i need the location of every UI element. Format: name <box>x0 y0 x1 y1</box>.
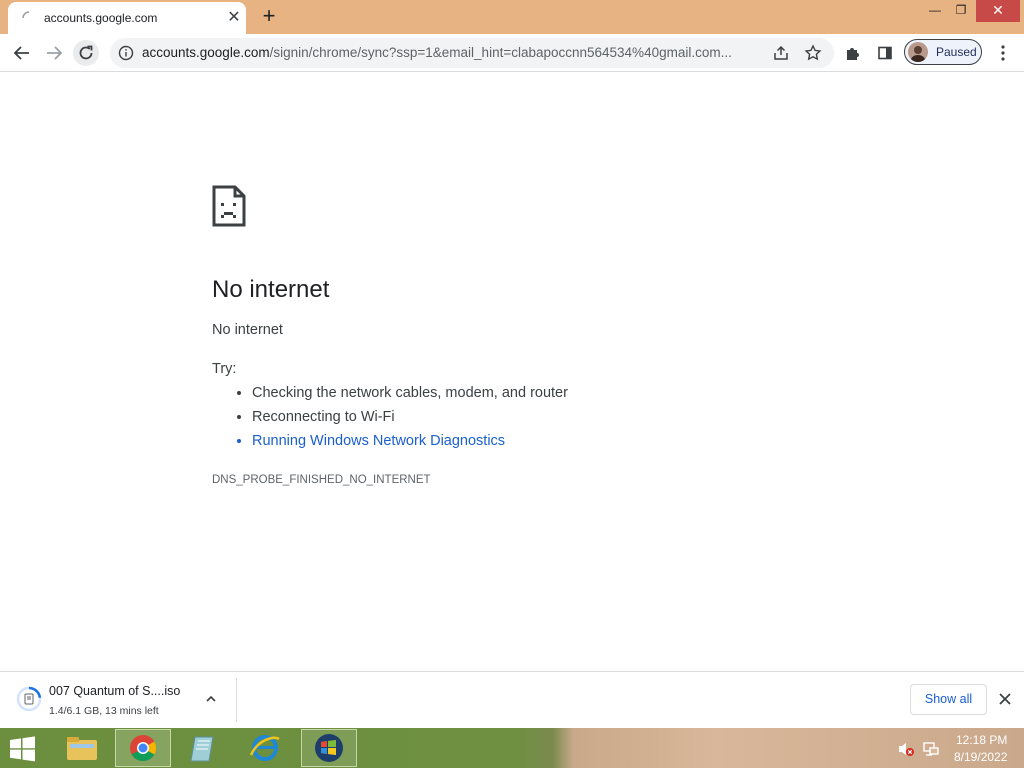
reload-button[interactable] <box>73 40 99 66</box>
plus-icon[interactable]: + <box>258 5 280 28</box>
tab-title: accounts.google.com <box>44 11 158 25</box>
close-icon[interactable]: ✕ <box>226 10 242 26</box>
profile-button[interactable]: Paused <box>904 39 982 65</box>
back-button[interactable] <box>9 40 35 66</box>
download-shelf: 007 Quantum of S....iso 1.4/6.1 GB, 13 m… <box>0 671 1024 729</box>
user-avatar-icon <box>910 46 926 62</box>
share-icon[interactable] <box>772 44 790 62</box>
window-close-button[interactable]: ✕ <box>976 0 1020 22</box>
info-icon[interactable] <box>118 45 134 61</box>
error-code: DNS_PROBE_FINISHED_NO_INTERNET <box>212 474 431 486</box>
url-text[interactable]: accounts.google.com/signin/chrome/sync?s… <box>142 45 762 60</box>
windows-start-icon[interactable] <box>4 734 40 764</box>
chevron-up-icon[interactable] <box>204 692 218 706</box>
error-title: No internet <box>212 276 330 303</box>
suggestion-list: Checking the network cables, modem, and … <box>212 385 568 457</box>
taskbar-internet-explorer[interactable] <box>237 729 293 767</box>
file-explorer-icon <box>67 737 97 760</box>
divider <box>236 678 237 722</box>
suggestion-item: Checking the network cables, modem, and … <box>252 385 568 409</box>
taskbar-windows7-app[interactable] <box>301 729 357 767</box>
sad-page-icon <box>212 185 246 227</box>
taskbar-file-explorer[interactable] <box>54 729 110 767</box>
tab-strip: accounts.google.com ✕ + — ❐ ✕ <box>0 0 1024 34</box>
taskbar-chrome[interactable] <box>115 729 171 767</box>
address-bar[interactable]: accounts.google.com/signin/chrome/sync?s… <box>110 38 834 68</box>
windows-taskbar: 12:18 PM 8/19/2022 <box>0 728 1024 768</box>
kebab-menu-icon <box>1001 45 1005 61</box>
browser-toolbar: accounts.google.com/signin/chrome/sync?s… <box>0 34 1024 72</box>
notepad-icon <box>190 736 214 762</box>
internet-explorer-icon <box>249 735 280 761</box>
side-panel-icon <box>878 46 892 60</box>
avatar <box>908 42 928 62</box>
windows7-icon <box>315 734 343 762</box>
clock-time[interactable]: 12:18 PM <box>956 733 1007 747</box>
clock-date[interactable]: 8/19/2022 <box>954 750 1007 764</box>
download-status: 1.4/6.1 GB, 13 mins left <box>49 705 159 717</box>
restore-button[interactable]: ❐ <box>946 0 976 22</box>
star-icon[interactable] <box>804 44 822 62</box>
loading-favicon-icon <box>22 11 30 19</box>
download-file-name[interactable]: 007 Quantum of S....iso <box>49 684 180 698</box>
taskbar-notepad[interactable] <box>176 729 232 767</box>
url-path: /signin/chrome/sync?ssp=1&email_hint=cla… <box>269 45 732 60</box>
download-progress-icon[interactable] <box>16 686 42 712</box>
puzzle-icon <box>847 48 859 60</box>
show-all-button[interactable]: Show all <box>910 684 987 715</box>
error-subtitle: No internet <box>212 322 283 338</box>
chrome-menu-button[interactable] <box>990 40 1016 66</box>
chrome-icon <box>130 735 157 762</box>
arrow-right-icon <box>47 46 63 60</box>
network-diagnostics-link[interactable]: Running Windows Network Diagnostics <box>252 433 568 457</box>
network-icon[interactable] <box>922 740 940 758</box>
side-panel-button[interactable] <box>872 40 898 66</box>
try-label: Try: <box>212 361 237 377</box>
profile-status-label: Paused <box>936 45 977 59</box>
arrow-left-icon <box>13 46 29 60</box>
reload-icon <box>79 45 93 60</box>
extensions-button[interactable] <box>840 40 866 66</box>
close-icon[interactable] <box>998 692 1012 706</box>
url-host: accounts.google.com <box>142 45 270 60</box>
suggestion-item: Reconnecting to Wi-Fi <box>252 409 568 433</box>
volume-muted-icon[interactable] <box>897 740 915 758</box>
forward-button[interactable] <box>41 40 67 66</box>
tab-accounts-google[interactable]: accounts.google.com ✕ <box>8 2 246 34</box>
